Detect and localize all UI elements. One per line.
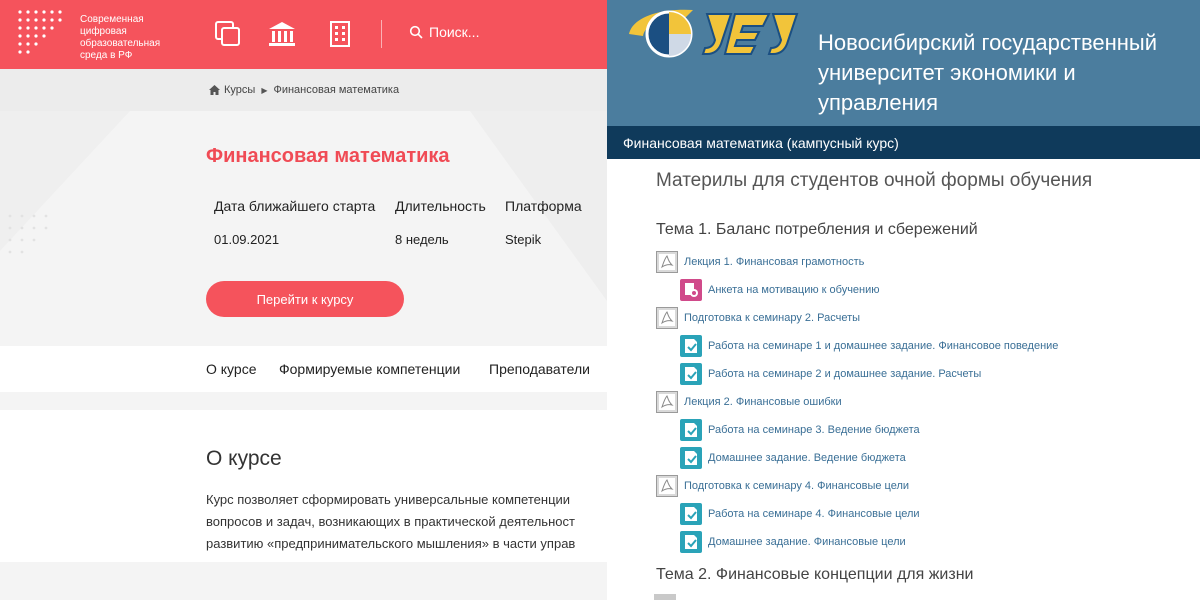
- about-text-line: Курс позволяет сформировать универсальны…: [206, 492, 571, 507]
- resource-link[interactable]: Домашнее задание. Финансовые цели: [680, 531, 906, 553]
- breadcrumb: Курсы ▶ Финансовая математика: [209, 84, 399, 96]
- breadcrumb-link-courses[interactable]: Курсы: [224, 84, 255, 96]
- topic-heading: Тема 1. Баланс потребления и сбережений: [656, 221, 978, 238]
- office-building-icon[interactable]: [326, 20, 354, 48]
- pdf-file-icon: [656, 307, 678, 329]
- course-bar-title[interactable]: Финансовая математика (кампусный курс): [623, 135, 899, 151]
- about-text: Курс позволяет сформировать универсальны…: [206, 489, 607, 555]
- resource-label: Подготовка к семинару 2. Расчеты: [684, 312, 861, 324]
- search-label: Поиск...: [429, 24, 480, 40]
- resource-link[interactable]: Лекция 2. Финансовые ошибки: [656, 391, 842, 413]
- resource-link[interactable]: Анкета на мотивацию к обучению: [680, 279, 880, 301]
- breadcrumb-current: Финансовая математика: [273, 84, 400, 96]
- assignment-icon: [680, 335, 702, 357]
- copy-courses-icon[interactable]: [214, 20, 242, 48]
- pdf-file-icon[interactable]: [654, 594, 676, 600]
- university-name-line: университет экономики и: [818, 60, 1076, 85]
- resource-label: Домашнее задание. Ведение бюджета: [708, 452, 906, 464]
- assignment-icon: [680, 503, 702, 525]
- platform-label: Платформа: [505, 198, 582, 214]
- pdf-file-icon: [656, 391, 678, 413]
- logo-line: образовательная: [80, 38, 161, 49]
- resource-label: Домашнее задание. Финансовые цели: [708, 536, 906, 548]
- assignment-icon: [680, 447, 702, 469]
- go-to-course-button[interactable]: Перейти к курсу: [206, 281, 404, 317]
- start-date-value: 01.09.2021: [214, 232, 280, 247]
- tab-competencies[interactable]: Формируемые компетенции: [279, 361, 460, 377]
- feedback-icon: [680, 279, 702, 301]
- tab-about[interactable]: О курсе: [206, 361, 256, 377]
- portal-header: Современная цифровая образовательная сре…: [0, 0, 607, 69]
- assignment-icon: [680, 419, 702, 441]
- university-page: Новосибирский государственный университе…: [607, 0, 1200, 600]
- resource-label: Работа на семинаре 1 и домашнее задание.…: [708, 340, 1059, 352]
- university-building-icon[interactable]: [268, 20, 296, 48]
- resource-link[interactable]: Работа на семинаре 1 и домашнее задание.…: [680, 335, 1058, 357]
- tab-teachers[interactable]: Преподаватели: [489, 361, 590, 377]
- university-name-line: Новосибирский государственный: [818, 30, 1158, 55]
- assignment-icon: [680, 363, 702, 385]
- resource-label: Лекция 1. Финансовая грамотность: [684, 256, 865, 268]
- resource-label: Анкета на мотивацию к обучению: [708, 284, 880, 296]
- topic-heading: Тема 2. Финансовые концепции для жизни: [656, 566, 974, 583]
- about-title: О курсе: [206, 447, 282, 470]
- university-header: Новосибирский государственный университе…: [607, 0, 1200, 126]
- about-text-line: развитию «предпринимательского мышления»…: [206, 536, 576, 551]
- nsuem-logo-icon[interactable]: [623, 4, 813, 66]
- resource-link[interactable]: Домашнее задание. Ведение бюджета: [680, 447, 906, 469]
- section-heading: Материлы для студентов очной формы обуче…: [656, 170, 1093, 191]
- university-name-line: управления: [818, 90, 938, 115]
- resource-link[interactable]: Подготовка к семинару 2. Расчеты: [656, 307, 860, 329]
- resource-label: Работа на семинаре 3. Ведение бюджета: [708, 424, 920, 436]
- resource-link[interactable]: Работа на семинаре 2 и домашнее задание.…: [680, 363, 981, 385]
- pdf-file-icon: [656, 251, 678, 273]
- resource-link[interactable]: Работа на семинаре 3. Ведение бюджета: [680, 419, 920, 441]
- logo-line: цифровая: [80, 26, 127, 37]
- start-date-label: Дата ближайшего старта: [214, 198, 376, 214]
- portal-logo-text: Современная цифровая образовательная сре…: [80, 14, 180, 62]
- home-icon[interactable]: [209, 85, 220, 95]
- pdf-file-icon: [656, 475, 678, 497]
- resource-link[interactable]: Работа на семинаре 4. Финансовые цели: [680, 503, 920, 525]
- assignment-icon: [680, 531, 702, 553]
- logo-line: среда в РФ: [80, 50, 133, 61]
- chevron-right-icon: ▶: [261, 85, 268, 95]
- university-name: Новосибирский государственный университе…: [818, 28, 1157, 118]
- logo-line: Современная: [80, 14, 144, 25]
- resource-link[interactable]: Подготовка к семинару 4. Финансовые цели: [656, 475, 909, 497]
- resource-label: Лекция 2. Финансовые ошибки: [684, 396, 842, 408]
- search-button[interactable]: Поиск...: [409, 24, 479, 40]
- about-text-line: вопросов и задач, возникающих в практиче…: [206, 514, 575, 529]
- resource-label: Работа на семинаре 4. Финансовые цели: [708, 508, 920, 520]
- portal-logo-icon[interactable]: [16, 8, 68, 60]
- duration-value: 8 недель: [395, 232, 449, 247]
- search-icon: [409, 25, 423, 39]
- platform-value: Stepik: [505, 232, 542, 247]
- header-divider: [381, 20, 382, 48]
- resource-link[interactable]: Лекция 1. Финансовая грамотность: [656, 251, 864, 273]
- duration-label: Длительность: [395, 198, 486, 214]
- resource-label: Работа на семинаре 2 и домашнее задание.…: [708, 368, 982, 380]
- resource-label: Подготовка к семинару 4. Финансовые цели: [684, 480, 910, 492]
- course-title: Финансовая математика: [206, 145, 450, 167]
- portal-page: Современная цифровая образовательная сре…: [0, 0, 607, 600]
